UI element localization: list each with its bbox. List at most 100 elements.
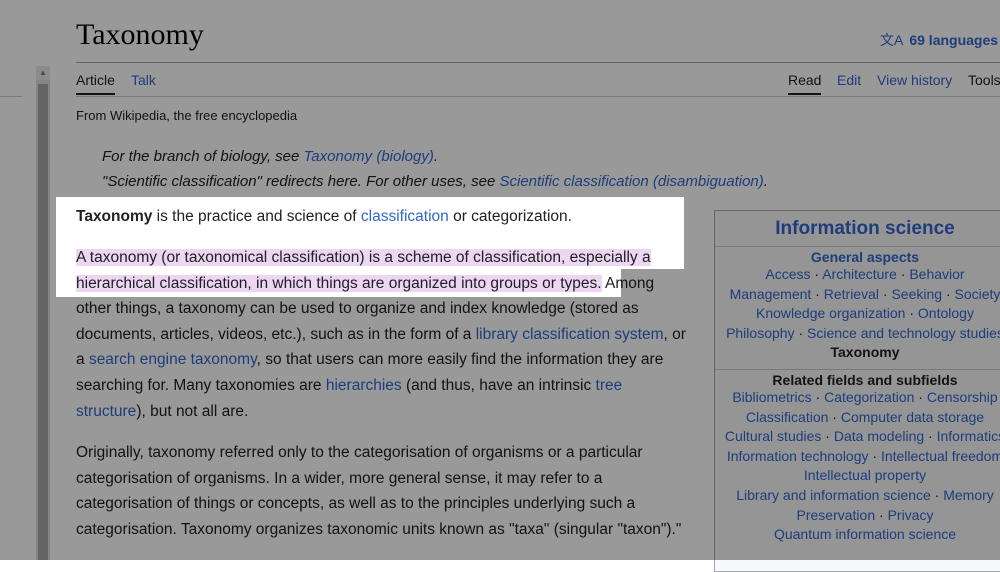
infobox-heading-related: Related fields and subfields: [715, 372, 1000, 388]
separator: ·: [924, 428, 936, 444]
infobox-link[interactable]: Preservation: [797, 507, 876, 523]
infobox-link[interactable]: Science and technology studies: [807, 325, 1000, 341]
infobox-line: Philosophy · Science and technology stud…: [715, 324, 1000, 344]
translate-icon: 文A: [880, 32, 903, 48]
hatnote-link[interactable]: Scientific classification (disambiguatio…: [499, 173, 763, 190]
infobox-related-list: Bibliometrics · Categorization · Censors…: [715, 388, 1000, 545]
infobox-link[interactable]: Classification: [746, 409, 828, 425]
infobox-link[interactable]: Computer data storage: [841, 409, 984, 425]
infobox-divider: [715, 369, 1000, 370]
title-divider: [76, 62, 1000, 63]
separator: ·: [931, 487, 943, 503]
infobox-link[interactable]: Bibliometrics: [732, 389, 811, 405]
infobox-link[interactable]: Intellectual property: [804, 467, 926, 483]
tab-talk[interactable]: Talk: [131, 72, 156, 88]
infobox-line: Management · Retrieval · Seeking · Socie…: [715, 285, 1000, 305]
infobox-link[interactable]: Knowledge organization: [756, 305, 905, 321]
infobox-link[interactable]: Library and information science: [736, 487, 931, 503]
tab-view-history[interactable]: View history: [877, 72, 952, 88]
paragraph-1: A taxonomy (or taxonomical classificatio…: [76, 245, 688, 424]
infobox-line: Classification · Computer data storage: [715, 408, 1000, 428]
separator: ·: [897, 266, 909, 282]
lead-term: Taxonomy: [76, 208, 152, 225]
infobox-line: Library and information science · Memory: [715, 486, 1000, 506]
paragraph-text: (and thus, have an intrinsic: [402, 377, 596, 394]
infobox-link[interactable]: Cultural studies: [725, 428, 822, 444]
infobox-link[interactable]: Categorization: [824, 389, 914, 405]
highlighted-selection: A taxonomy (or taxonomical classificatio…: [76, 249, 651, 292]
lead-text: is the practice and science of: [152, 208, 361, 225]
hatnote-text: .: [434, 148, 438, 165]
infobox-current-item: Taxonomy: [715, 343, 1000, 363]
separator: ·: [821, 428, 833, 444]
infobox-link[interactable]: Access: [765, 266, 810, 282]
hatnote-text: For the branch of biology, see: [102, 148, 304, 165]
infobox-link[interactable]: Privacy: [888, 507, 934, 523]
hatnote-text: "Scientific classification" redirects he…: [102, 173, 499, 190]
tab-edit[interactable]: Edit: [837, 72, 861, 88]
page-title: Taxonomy: [76, 18, 204, 52]
infobox-link[interactable]: Ontology: [918, 305, 974, 321]
separator: ·: [869, 448, 881, 464]
link-library-classification[interactable]: library classification system: [476, 326, 664, 343]
site-tagline: From Wikipedia, the free encyclopedia: [76, 108, 297, 123]
infobox-link[interactable]: Architecture: [822, 266, 897, 282]
hatnote-text: .: [764, 173, 768, 190]
infobox-link[interactable]: Seeking: [891, 286, 942, 302]
infobox-line: Quantum information science: [715, 525, 1000, 545]
infobox-link[interactable]: Data modeling: [834, 428, 924, 444]
lead-paragraph: Taxonomy is the practice and science of …: [76, 204, 688, 230]
tabs-divider: [76, 96, 1000, 97]
tab-read[interactable]: Read: [788, 72, 821, 95]
infobox-link[interactable]: Censorship: [927, 389, 998, 405]
infobox-information-science: Information science General aspects Acce…: [714, 210, 1000, 572]
lead-text: or categorization.: [449, 208, 572, 225]
infobox-link[interactable]: Management: [730, 286, 812, 302]
paragraph-text: ), but not all are.: [136, 403, 248, 420]
infobox-line: Knowledge organization · Ontology: [715, 304, 1000, 324]
infobox-line: Cultural studies · Data modeling · Infor…: [715, 427, 1000, 447]
hatnote-link[interactable]: Taxonomy (biology): [304, 148, 434, 165]
infobox-link[interactable]: Society: [955, 286, 1000, 302]
paragraph-text: Originally, taxonomy referred only to th…: [76, 440, 688, 542]
tab-article[interactable]: Article: [76, 72, 115, 95]
infobox-link[interactable]: Retrieval: [824, 286, 879, 302]
separator: ·: [875, 507, 887, 523]
infobox-divider: [715, 246, 1000, 247]
gutter-divider: [0, 96, 22, 97]
infobox-heading-general[interactable]: General aspects: [715, 249, 1000, 265]
separator: ·: [914, 389, 926, 405]
paragraph-2: Originally, taxonomy referred only to th…: [76, 440, 688, 542]
infobox-link[interactable]: Memory: [943, 487, 994, 503]
scrollbar-thumb[interactable]: [38, 84, 48, 560]
infobox-link[interactable]: Quantum information science: [774, 526, 956, 542]
tools-menu[interactable]: Tools: [968, 72, 1000, 88]
infobox-line: Bibliometrics · Categorization · Censors…: [715, 388, 1000, 408]
infobox-link[interactable]: Behavior: [909, 266, 964, 282]
infobox-title[interactable]: Information science: [715, 211, 1000, 240]
infobox-link[interactable]: Information technology: [727, 448, 869, 464]
separator: ·: [811, 286, 823, 302]
link-classification[interactable]: classification: [361, 208, 449, 225]
infobox-line: Preservation · Privacy: [715, 506, 1000, 526]
separator: ·: [879, 286, 891, 302]
infobox-line: Access · Architecture · Behavior: [715, 265, 1000, 285]
scroll-up-arrow-icon[interactable]: ▲: [36, 66, 50, 80]
separator: ·: [942, 286, 954, 302]
separator: ·: [795, 325, 807, 341]
infobox-link[interactable]: Intellectual freedom: [881, 448, 1000, 464]
separator: ·: [811, 266, 823, 282]
separator: ·: [905, 305, 917, 321]
hatnote: For the branch of biology, see Taxonomy …: [102, 148, 438, 165]
infobox-line: Intellectual property: [715, 466, 1000, 486]
separator: ·: [812, 389, 824, 405]
languages-button[interactable]: 文A 69 languages: [880, 30, 998, 50]
link-search-engine-taxonomy[interactable]: search engine taxonomy: [89, 351, 257, 368]
link-hierarchies[interactable]: hierarchies: [326, 377, 402, 394]
wikipedia-page: ▲ Taxonomy 文A 69 languages Article Talk R…: [0, 0, 1000, 560]
hatnote: "Scientific classification" redirects he…: [102, 173, 768, 190]
infobox-link[interactable]: Informatics: [937, 428, 1000, 444]
separator: ·: [828, 409, 840, 425]
languages-label: 69 languages: [909, 32, 998, 48]
infobox-link[interactable]: Philosophy: [726, 325, 795, 341]
